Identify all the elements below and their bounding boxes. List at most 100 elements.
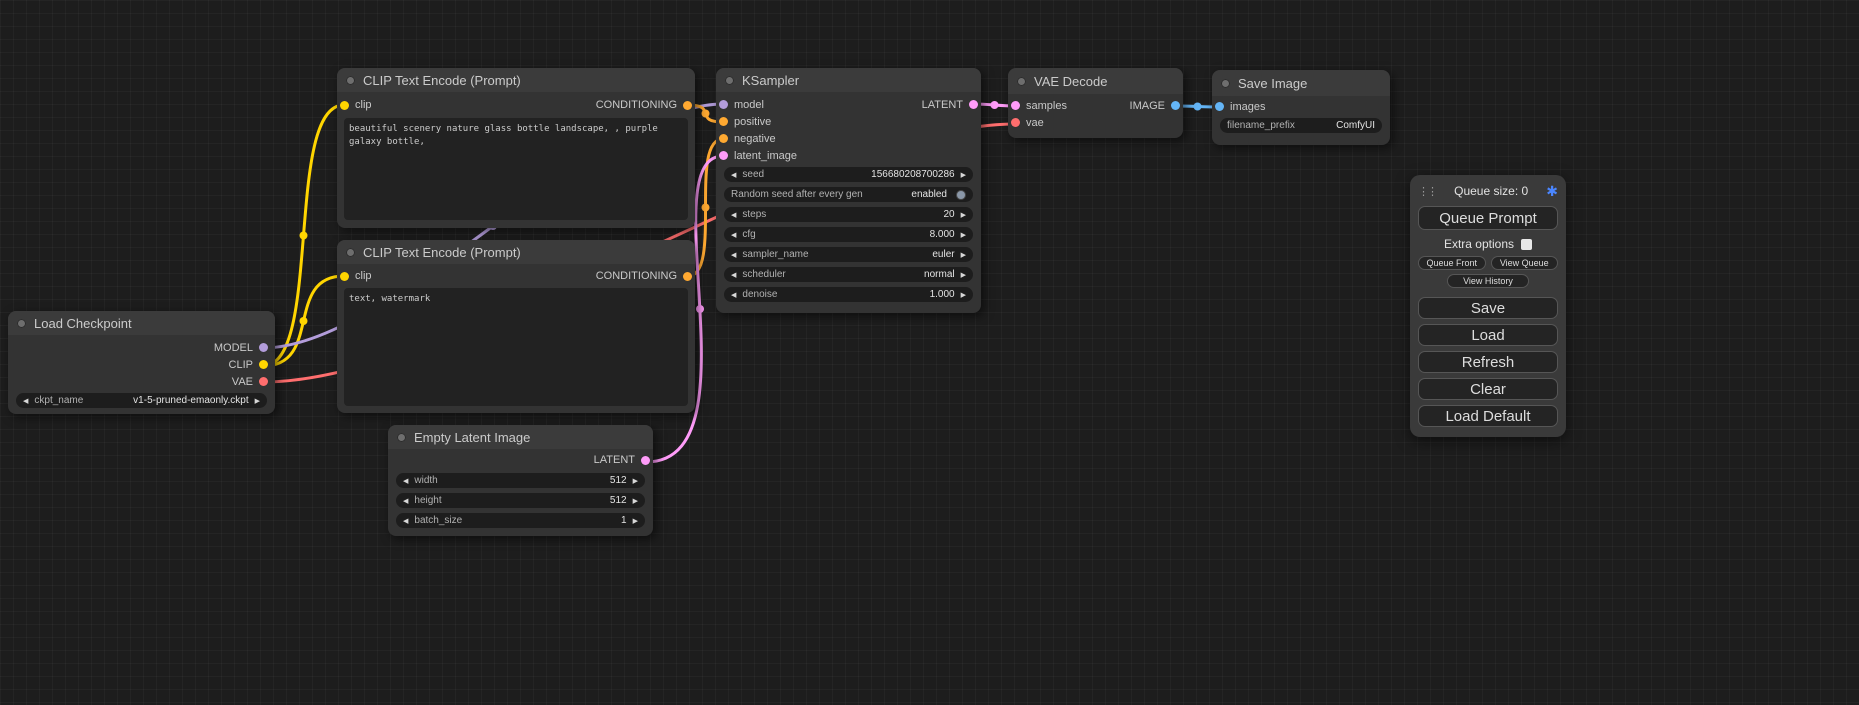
load-default-button[interactable]: Load Default xyxy=(1418,405,1558,427)
clear-button[interactable]: Clear xyxy=(1418,378,1558,400)
decrement-arrow-icon[interactable]: ◀ xyxy=(731,171,736,179)
decrement-arrow-icon[interactable]: ◀ xyxy=(731,251,736,259)
node-clip-text-encode-positive[interactable]: CLIP Text Encode (Prompt) clip CONDITION… xyxy=(337,68,695,228)
extra-options-checkbox[interactable] xyxy=(1521,239,1532,250)
node-title-bar[interactable]: VAE Decode xyxy=(1008,68,1183,94)
view-queue-button[interactable]: View Queue xyxy=(1491,256,1559,270)
image-output-slot[interactable]: IMAGE xyxy=(1130,100,1180,112)
increment-arrow-icon[interactable]: ▶ xyxy=(633,517,638,525)
batch-size-widget[interactable]: ◀ batch_size 1 ▶ xyxy=(396,513,645,528)
decrement-arrow-icon[interactable]: ◀ xyxy=(731,271,736,279)
increment-arrow-icon[interactable]: ▶ xyxy=(961,251,966,259)
drag-handle-icon[interactable]: ⋮⋮ xyxy=(1418,185,1436,198)
vae-input-slot-dot[interactable] xyxy=(1011,118,1020,127)
queue-prompt-button[interactable]: Queue Prompt xyxy=(1418,206,1558,230)
model-input-slot-dot[interactable] xyxy=(719,100,728,109)
model-output-slot-dot[interactable] xyxy=(259,343,268,352)
increment-arrow-icon[interactable]: ▶ xyxy=(633,477,638,485)
collapse-dot-icon[interactable] xyxy=(1221,79,1230,88)
steps-widget[interactable]: ◀ steps 20 ▶ xyxy=(724,207,973,222)
cfg-widget[interactable]: ◀ cfg 8.000 ▶ xyxy=(724,227,973,242)
clip-output-slot-dot[interactable] xyxy=(259,360,268,369)
positive-input-slot-dot[interactable] xyxy=(719,117,728,126)
toggle-knob[interactable] xyxy=(956,190,966,200)
height-widget[interactable]: ◀ height 512 ▶ xyxy=(396,493,645,508)
conditioning-output-slot[interactable]: CONDITIONING xyxy=(596,99,692,111)
model-input-slot[interactable]: model xyxy=(719,99,764,111)
node-save-image[interactable]: Save Image images filename_prefix ComfyU… xyxy=(1212,70,1390,145)
decrement-arrow-icon[interactable]: ◀ xyxy=(731,231,736,239)
refresh-button[interactable]: Refresh xyxy=(1418,351,1558,373)
latent-image-input-slot-dot[interactable] xyxy=(719,151,728,160)
image-output-slot-dot[interactable] xyxy=(1171,101,1180,110)
collapse-dot-icon[interactable] xyxy=(397,433,406,442)
collapse-dot-icon[interactable] xyxy=(1017,77,1026,86)
clip-input-slot-dot[interactable] xyxy=(340,101,349,110)
increment-arrow-icon[interactable]: ▶ xyxy=(961,171,966,179)
queue-front-button[interactable]: Queue Front xyxy=(1418,256,1486,270)
latent-output-slot-dot[interactable] xyxy=(969,100,978,109)
ckpt-name-widget[interactable]: ◀ ckpt_name v1-5-pruned-emaonly.ckpt ▶ xyxy=(16,393,267,408)
vae-input-slot[interactable]: vae xyxy=(1011,117,1044,129)
positive-prompt-textarea[interactable]: beautiful scenery nature glass bottle la… xyxy=(344,118,688,220)
vae-output-slot-dot[interactable] xyxy=(259,377,268,386)
view-history-button[interactable]: View History xyxy=(1447,274,1529,288)
collapse-dot-icon[interactable] xyxy=(17,319,26,328)
increment-arrow-icon[interactable]: ▶ xyxy=(961,291,966,299)
filename-prefix-widget[interactable]: filename_prefix ComfyUI xyxy=(1220,118,1382,133)
settings-gear-icon[interactable]: ✱ xyxy=(1546,183,1558,200)
decrement-arrow-icon[interactable]: ◀ xyxy=(23,397,28,405)
increment-arrow-icon[interactable]: ▶ xyxy=(961,231,966,239)
node-empty-latent-image[interactable]: Empty Latent Image LATENT ◀ width 512 ▶ … xyxy=(388,425,653,536)
clip-input-slot-dot[interactable] xyxy=(340,272,349,281)
negative-input-slot[interactable]: negative xyxy=(719,133,776,145)
random-seed-toggle-widget[interactable]: Random seed after every gen enabled xyxy=(724,187,973,202)
increment-arrow-icon[interactable]: ▶ xyxy=(961,211,966,219)
node-vae-decode[interactable]: VAE Decode samples IMAGE vae xyxy=(1008,68,1183,138)
node-clip-text-encode-negative[interactable]: CLIP Text Encode (Prompt) clip CONDITION… xyxy=(337,240,695,413)
save-button[interactable]: Save xyxy=(1418,297,1558,319)
images-input-slot-dot[interactable] xyxy=(1215,102,1224,111)
decrement-arrow-icon[interactable]: ◀ xyxy=(731,211,736,219)
load-button[interactable]: Load xyxy=(1418,324,1558,346)
node-load-checkpoint[interactable]: Load Checkpoint MODEL CLIP VAE ◀ ckp xyxy=(8,311,275,414)
latent-output-slot[interactable]: LATENT xyxy=(922,99,978,111)
vae-output-slot[interactable]: VAE xyxy=(232,376,268,388)
collapse-dot-icon[interactable] xyxy=(725,76,734,85)
conditioning-output-slot-dot[interactable] xyxy=(683,272,692,281)
decrement-arrow-icon[interactable]: ◀ xyxy=(403,497,408,505)
decrement-arrow-icon[interactable]: ◀ xyxy=(403,517,408,525)
scheduler-widget[interactable]: ◀ scheduler normal ▶ xyxy=(724,267,973,282)
model-output-slot[interactable]: MODEL xyxy=(214,342,268,354)
node-title-bar[interactable]: Save Image xyxy=(1212,70,1390,96)
samples-input-slot[interactable]: samples xyxy=(1011,100,1067,112)
collapse-dot-icon[interactable] xyxy=(346,76,355,85)
node-title-bar[interactable]: CLIP Text Encode (Prompt) xyxy=(337,240,695,264)
node-title-bar[interactable]: Empty Latent Image xyxy=(388,425,653,449)
increment-arrow-icon[interactable]: ▶ xyxy=(961,271,966,279)
width-widget[interactable]: ◀ width 512 ▶ xyxy=(396,473,645,488)
latent-image-input-slot[interactable]: latent_image xyxy=(719,150,797,162)
images-input-slot[interactable]: images xyxy=(1215,101,1265,113)
clip-input-slot[interactable]: clip xyxy=(340,99,372,111)
negative-input-slot-dot[interactable] xyxy=(719,134,728,143)
node-ksampler[interactable]: KSampler model LATENT positive negative xyxy=(716,68,981,313)
node-title-bar[interactable]: CLIP Text Encode (Prompt) xyxy=(337,68,695,92)
latent-output-slot-dot[interactable] xyxy=(641,456,650,465)
samples-input-slot-dot[interactable] xyxy=(1011,101,1020,110)
decrement-arrow-icon[interactable]: ◀ xyxy=(403,477,408,485)
collapse-dot-icon[interactable] xyxy=(346,248,355,257)
clip-output-slot[interactable]: CLIP xyxy=(229,359,268,371)
sampler-name-widget[interactable]: ◀ sampler_name euler ▶ xyxy=(724,247,973,262)
conditioning-output-slot[interactable]: CONDITIONING xyxy=(596,270,692,282)
latent-output-slot[interactable]: LATENT xyxy=(594,454,650,466)
node-title-bar[interactable]: KSampler xyxy=(716,68,981,92)
conditioning-output-slot-dot[interactable] xyxy=(683,101,692,110)
positive-input-slot[interactable]: positive xyxy=(719,116,771,128)
seed-widget[interactable]: ◀ seed 156680208700286 ▶ xyxy=(724,167,973,182)
increment-arrow-icon[interactable]: ▶ xyxy=(633,497,638,505)
decrement-arrow-icon[interactable]: ◀ xyxy=(731,291,736,299)
clip-input-slot[interactable]: clip xyxy=(340,270,372,282)
negative-prompt-textarea[interactable]: text, watermark xyxy=(344,288,688,406)
denoise-widget[interactable]: ◀ denoise 1.000 ▶ xyxy=(724,287,973,302)
